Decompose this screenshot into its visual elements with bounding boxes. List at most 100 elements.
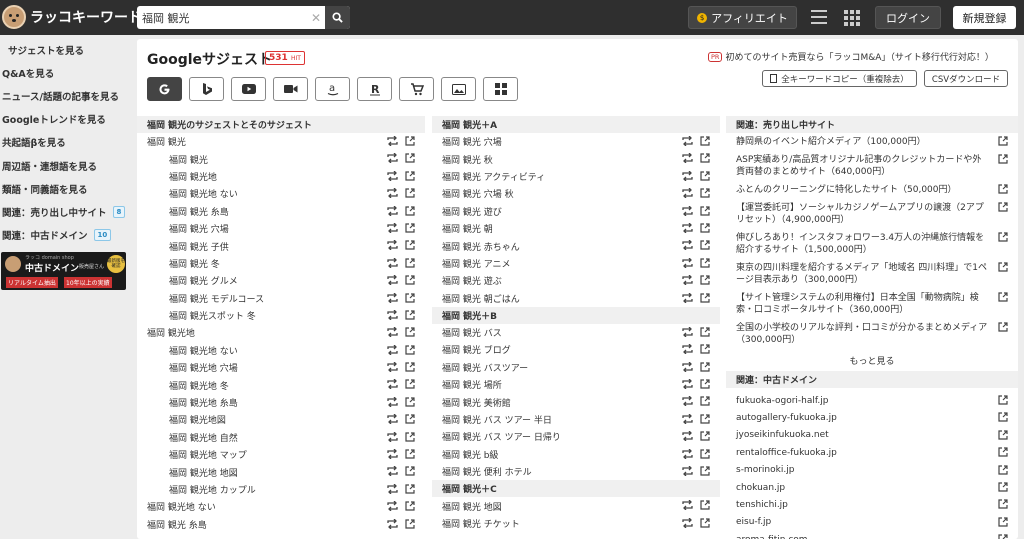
swap-icon[interactable] bbox=[387, 292, 398, 303]
external-link-icon[interactable] bbox=[700, 379, 710, 389]
external-link-icon[interactable] bbox=[998, 322, 1008, 332]
swap-icon[interactable] bbox=[682, 344, 693, 355]
external-link-icon[interactable] bbox=[700, 327, 710, 337]
domain-row[interactable]: rentaloffice-fukuoka.jp bbox=[726, 444, 1018, 461]
search-button[interactable] bbox=[325, 6, 350, 29]
swap-icon[interactable] bbox=[387, 153, 398, 164]
domain-row[interactable]: s-morinoki.jp bbox=[726, 462, 1018, 479]
external-link-icon[interactable] bbox=[405, 188, 415, 198]
swap-icon[interactable] bbox=[682, 413, 693, 424]
search-input[interactable] bbox=[137, 7, 307, 28]
swap-icon[interactable] bbox=[387, 136, 398, 146]
swap-icon[interactable] bbox=[387, 344, 398, 355]
external-link-icon[interactable] bbox=[700, 136, 710, 146]
keyword-row[interactable]: 福岡 観光地 マップ bbox=[137, 446, 425, 463]
swap-icon[interactable] bbox=[387, 466, 398, 477]
external-link-icon[interactable] bbox=[700, 292, 710, 303]
external-link-icon[interactable] bbox=[405, 501, 415, 511]
keyword-row[interactable]: 福岡 観光地 冬 bbox=[137, 376, 425, 393]
keyword-row[interactable]: 福岡 観光 赤ちゃん bbox=[432, 237, 720, 254]
keyword-row[interactable]: 福岡 観光 bbox=[137, 133, 425, 150]
keyword-row[interactable]: 福岡 観光 穴場 bbox=[432, 133, 720, 150]
domain-row[interactable]: jyoseikinfukuoka.net bbox=[726, 427, 1018, 444]
external-link-icon[interactable] bbox=[998, 482, 1008, 492]
keyword-row[interactable]: 福岡 観光地 bbox=[137, 324, 425, 341]
external-link-icon[interactable] bbox=[998, 464, 1008, 475]
keyword-row[interactable]: 福岡 観光 糸島 bbox=[137, 516, 425, 533]
keyword-row[interactable]: 福岡 観光 穴場 bbox=[137, 220, 425, 237]
swap-icon[interactable] bbox=[682, 136, 693, 146]
swap-icon[interactable] bbox=[682, 292, 693, 303]
tab-rakuten[interactable]: R bbox=[357, 77, 392, 101]
swap-icon[interactable] bbox=[682, 170, 693, 181]
swap-icon[interactable] bbox=[387, 362, 398, 373]
external-link-icon[interactable] bbox=[998, 499, 1008, 509]
sidebar-item-news[interactable]: ニュース/話題の記事を見る bbox=[0, 84, 134, 107]
swap-icon[interactable] bbox=[682, 379, 693, 390]
copy-all-keywords-button[interactable]: 全キーワードコピー（重複除去） bbox=[762, 70, 917, 87]
keyword-row[interactable]: 福岡 観光 バス ツアー 半日 bbox=[432, 411, 720, 428]
show-more-link[interactable]: もっと見る bbox=[726, 349, 1018, 371]
swap-icon[interactable] bbox=[682, 517, 693, 528]
swap-icon[interactable] bbox=[387, 240, 398, 251]
swap-icon[interactable] bbox=[387, 170, 398, 181]
swap-icon[interactable] bbox=[387, 205, 398, 216]
tab-shopping[interactable] bbox=[399, 77, 434, 101]
swap-icon[interactable] bbox=[387, 501, 398, 512]
keyword-row[interactable]: 福岡 観光 便利 ホテル bbox=[432, 463, 720, 480]
sidebar-item-synonyms[interactable]: 類語・同義語を見る bbox=[0, 177, 134, 200]
swap-icon[interactable] bbox=[682, 466, 693, 477]
swap-icon[interactable] bbox=[387, 431, 398, 442]
external-link-icon[interactable] bbox=[700, 275, 710, 285]
domain-shop-banner[interactable]: ラッコ domain shop 中古ドメイン 販売屋さん リアルタイム抽出 10… bbox=[1, 252, 126, 290]
external-link-icon[interactable] bbox=[700, 344, 710, 354]
swap-icon[interactable] bbox=[682, 153, 693, 164]
external-link-icon[interactable] bbox=[700, 500, 710, 511]
signup-button[interactable]: 新規登録 bbox=[953, 6, 1016, 29]
external-link-icon[interactable] bbox=[998, 517, 1008, 527]
tab-image[interactable] bbox=[441, 77, 476, 101]
swap-icon[interactable] bbox=[682, 188, 693, 199]
keyword-row[interactable]: 福岡 観光地 穴場 bbox=[137, 359, 425, 376]
clear-icon[interactable]: ✕ bbox=[307, 11, 325, 25]
external-link-icon[interactable] bbox=[998, 262, 1008, 272]
external-link-icon[interactable] bbox=[700, 153, 710, 163]
swap-icon[interactable] bbox=[387, 483, 398, 494]
keyword-row[interactable]: 福岡 観光 b級 bbox=[432, 446, 720, 463]
keyword-row[interactable]: 福岡 観光 アクティビティ bbox=[432, 168, 720, 185]
external-link-icon[interactable] bbox=[405, 240, 415, 250]
keyword-row[interactable]: 福岡 観光 アニメ bbox=[432, 255, 720, 272]
external-link-icon[interactable] bbox=[998, 232, 1008, 242]
external-link-icon[interactable] bbox=[700, 240, 710, 250]
external-link-icon[interactable] bbox=[998, 292, 1008, 302]
external-link-icon[interactable] bbox=[405, 414, 415, 424]
keyword-row[interactable]: 福岡 観光 バス bbox=[432, 324, 720, 341]
external-link-icon[interactable] bbox=[998, 184, 1008, 194]
sidebar-item-qa[interactable]: Q&Aを見る bbox=[0, 61, 134, 84]
swap-icon[interactable] bbox=[387, 309, 398, 320]
keyword-row[interactable]: 福岡 観光地 ない bbox=[137, 342, 425, 359]
keyword-row[interactable]: 福岡 観光地 ない bbox=[137, 498, 425, 515]
keyword-row[interactable]: 福岡 観光地 自然 bbox=[137, 429, 425, 446]
site-for-sale-row[interactable]: 全国の小学校のリアルな評判・口コミが分かるまとめメディア（300,000円） bbox=[726, 319, 1018, 349]
tab-video[interactable] bbox=[273, 77, 308, 101]
login-button[interactable]: ログイン bbox=[875, 6, 941, 29]
keyword-row[interactable]: 福岡 観光地図 bbox=[137, 411, 425, 428]
external-link-icon[interactable] bbox=[405, 432, 415, 442]
keyword-row[interactable]: 福岡 観光 美術館 bbox=[432, 393, 720, 410]
external-link-icon[interactable] bbox=[700, 223, 710, 233]
keyword-row[interactable]: 福岡 観光 場所 bbox=[432, 376, 720, 393]
site-for-sale-row[interactable]: ASP実績あり/高品質オリジナル記事のクレジットカードや外貨両替のまとめサイト（… bbox=[726, 151, 1018, 181]
external-link-icon[interactable] bbox=[700, 431, 710, 441]
keyword-row[interactable]: 福岡 観光 グルメ bbox=[137, 272, 425, 289]
external-link-icon[interactable] bbox=[405, 484, 415, 494]
external-link-icon[interactable] bbox=[998, 447, 1008, 457]
external-link-icon[interactable] bbox=[405, 292, 415, 303]
domain-row[interactable]: tenshichi.jp bbox=[726, 496, 1018, 513]
external-link-icon[interactable] bbox=[700, 466, 710, 476]
swap-icon[interactable] bbox=[387, 518, 398, 529]
external-link-icon[interactable] bbox=[405, 223, 415, 233]
external-link-icon[interactable] bbox=[405, 136, 415, 146]
swap-icon[interactable] bbox=[387, 188, 398, 199]
keyword-row[interactable]: 福岡 観光地 地図 bbox=[137, 463, 425, 480]
